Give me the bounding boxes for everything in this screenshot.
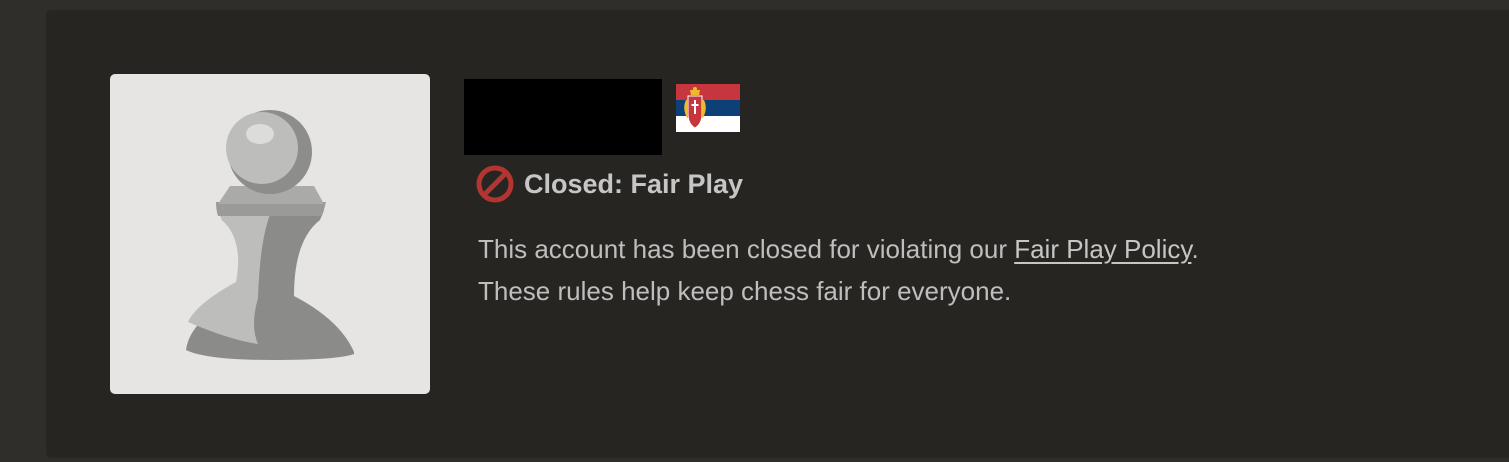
fair-play-policy-link[interactable]: Fair Play Policy xyxy=(1014,234,1191,264)
message-line-2: These rules help keep chess fair for eve… xyxy=(478,276,1012,306)
serbia-flag-icon xyxy=(676,84,740,132)
avatar[interactable] xyxy=(110,74,430,394)
username-redacted xyxy=(464,79,662,155)
profile-card: Closed: Fair Play This account has been … xyxy=(46,10,1509,458)
message-text: This account has been closed for violati… xyxy=(478,234,1015,264)
message-period: . xyxy=(1191,234,1199,264)
prohibited-icon xyxy=(476,165,514,203)
pawn-icon xyxy=(186,110,354,360)
closure-message: This account has been closed for violati… xyxy=(478,228,1438,312)
status-label: Closed: Fair Play xyxy=(524,168,744,199)
message-line-1: This account has been closed for violati… xyxy=(478,228,1438,270)
account-status: Closed: Fair Play xyxy=(476,165,743,203)
